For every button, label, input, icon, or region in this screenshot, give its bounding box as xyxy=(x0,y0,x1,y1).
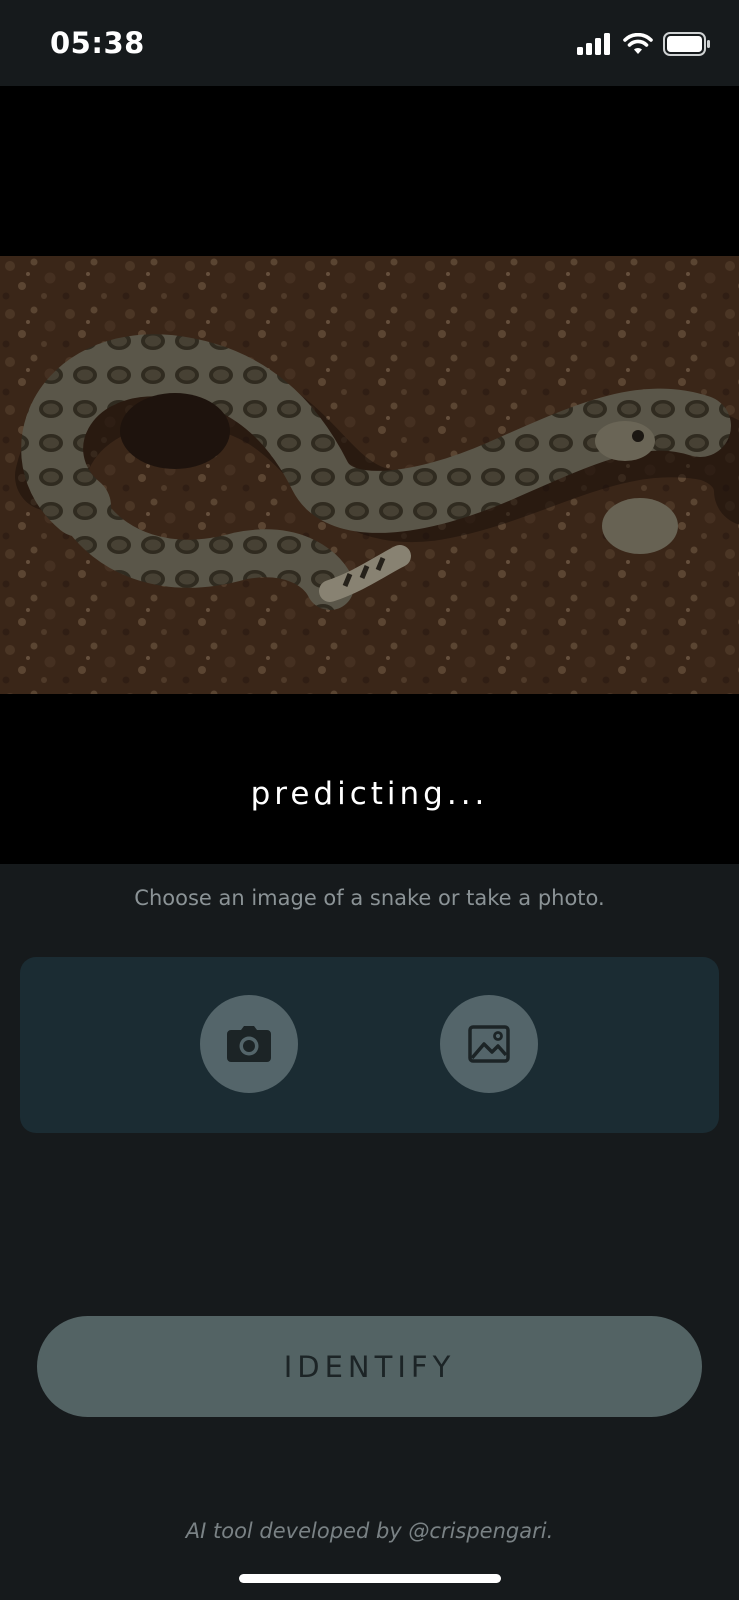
status-bar: 05:38 xyxy=(0,0,739,86)
app-screen: 05:38 predicting... Choose an image of a… xyxy=(0,0,739,1600)
signal-icon xyxy=(577,33,610,55)
camera-button[interactable] xyxy=(200,995,298,1093)
image-gallery-icon xyxy=(468,1025,510,1063)
gallery-button[interactable] xyxy=(440,995,538,1093)
predicting-status: predicting... xyxy=(250,776,489,812)
snake-photo xyxy=(0,256,739,694)
camera-icon xyxy=(227,1026,271,1062)
status-time: 05:38 xyxy=(50,26,145,60)
image-source-card xyxy=(20,957,719,1133)
home-indicator[interactable] xyxy=(239,1574,501,1583)
image-preview: predicting... xyxy=(0,86,739,864)
wifi-icon xyxy=(623,33,653,54)
status-icons xyxy=(577,32,711,56)
instruction-text: Choose an image of a snake or take a pho… xyxy=(134,886,605,910)
footer-credit: AI tool developed by @crispengari. xyxy=(185,1519,554,1543)
battery-icon xyxy=(663,32,710,56)
identify-button[interactable]: IDENTIFY xyxy=(37,1316,702,1417)
